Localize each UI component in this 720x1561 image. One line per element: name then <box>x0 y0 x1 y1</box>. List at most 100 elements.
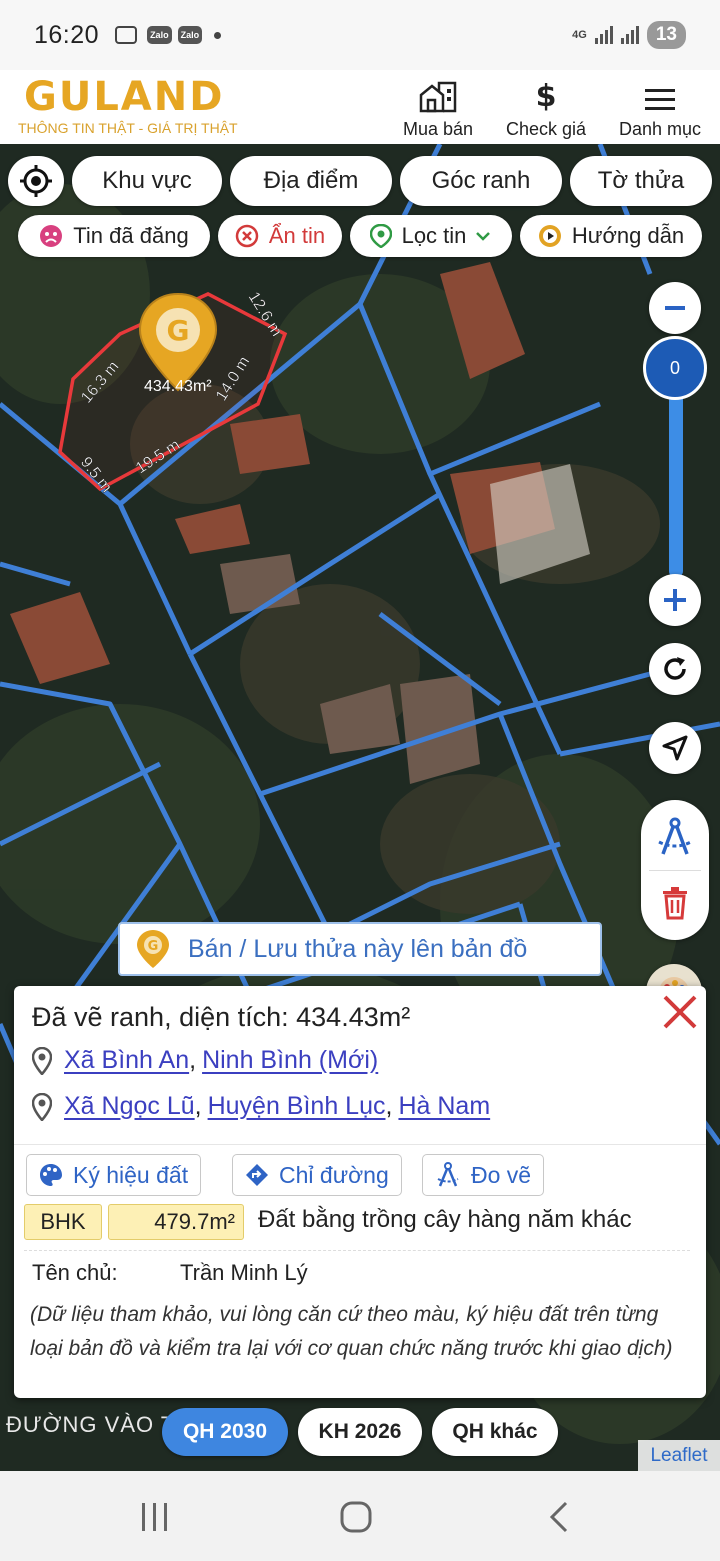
address-old: Xã Ngọc Lũ, Huyện Bình Lục, Hà Nam <box>32 1092 490 1121</box>
nav-check-price-button[interactable]: $ Check giá <box>500 74 592 140</box>
road-label: ĐƯỜNG VÀO T <box>6 1412 176 1437</box>
commune-link[interactable]: Xã Bình An <box>64 1046 189 1075</box>
status-bar: 16:20 Zalo Zalo 4G 13 <box>0 0 720 70</box>
menu-icon <box>645 89 675 110</box>
trash-icon[interactable] <box>661 886 689 920</box>
svg-text:G: G <box>148 939 159 954</box>
status-system-icons: 4G 13 <box>572 21 686 49</box>
status-notification-icons: Zalo Zalo <box>115 26 222 44</box>
crosshair-icon <box>20 165 52 197</box>
address-new: Xã Bình An, Ninh Bình (Mới) <box>32 1046 378 1075</box>
network-type: 4G <box>572 29 587 41</box>
app-header: GULAND THÔNG TIN THẬT - GIÁ TRỊ THẬT Mua… <box>0 70 720 144</box>
zoom-out-button[interactable] <box>649 282 701 334</box>
layer-qh2030-button[interactable]: QH 2030 <box>162 1408 288 1456</box>
layer-qh-other-button[interactable]: QH khác <box>432 1408 558 1456</box>
navigate-button[interactable] <box>649 722 701 774</box>
sad-face-icon <box>40 225 63 247</box>
commune-link[interactable]: Xã Ngọc Lũ <box>64 1092 195 1121</box>
directions-button[interactable]: Chỉ đường <box>232 1154 402 1196</box>
chevron-down-icon <box>476 232 491 241</box>
divider <box>24 1250 690 1251</box>
nav-buy-sell-button[interactable]: Mua bán <box>398 74 478 140</box>
land-code-badge: BHK <box>24 1204 102 1240</box>
navigation-arrow-icon <box>662 735 688 761</box>
save-plot-to-map-button[interactable]: G Bán / Lưu thửa này lên bản đồ <box>118 922 602 976</box>
plot-info-panel: Đã vẽ ranh, diện tích: 434.43m² Xã Bình … <box>14 986 706 1398</box>
map-pin-icon[interactable]: G <box>138 292 218 392</box>
district-link[interactable]: Huyện Bình Lục <box>208 1092 386 1121</box>
chip-label: Lọc tin <box>401 223 467 248</box>
save-plot-label: Bán / Lưu thửa này lên bản đồ <box>188 934 528 963</box>
status-time: 16:20 <box>34 20 100 49</box>
zoom-in-button[interactable] <box>649 574 701 626</box>
zoom-slider-knob[interactable]: 0 <box>643 336 707 400</box>
panel-title: Đã vẽ ranh, diện tích: 434.43m² <box>32 1002 411 1032</box>
chip-label: Tin đã đăng <box>73 223 189 248</box>
guland-pin-icon: G <box>137 930 169 968</box>
filter-sheet-parcel-button[interactable]: Tờ thửa <box>570 156 712 206</box>
logo-tagline: THÔNG TIN THẬT - GIÁ TRỊ THẬT <box>18 120 238 136</box>
chip-label: Hướng dẫn <box>571 223 685 248</box>
close-circle-icon <box>235 224 259 248</box>
location-pin-icon <box>32 1046 52 1075</box>
location-pin-icon <box>369 224 392 248</box>
minus-icon <box>665 306 685 310</box>
refresh-icon <box>664 657 686 680</box>
play-circle-icon <box>538 225 561 247</box>
zalo-icon: Zalo <box>177 26 203 44</box>
dollar-icon: $ <box>536 79 557 113</box>
province-link[interactable]: Hà Nam <box>398 1092 490 1121</box>
compass-measure-icon[interactable] <box>655 816 695 858</box>
plus-icon <box>664 589 686 611</box>
button-label: Ký hiệu đất <box>73 1161 189 1188</box>
svg-text:$: $ <box>536 79 557 113</box>
disclaimer-text: (Dữ liệu tham khảo, vui lòng căn cứ theo… <box>30 1303 673 1360</box>
button-label: Đo vẽ <box>471 1161 532 1188</box>
building-icon <box>419 81 457 113</box>
compass-measure-icon <box>437 1162 459 1187</box>
nav-label: Mua bán <box>402 119 474 139</box>
land-type-description: Đất bằng trồng cây hàng năm khác <box>258 1206 632 1233</box>
hide-listings-button[interactable]: Ẩn tin <box>218 215 342 257</box>
android-navigation-bar <box>0 1471 720 1561</box>
signal-icon <box>594 26 613 44</box>
filter-corner-button[interactable]: Góc ranh <box>400 156 562 206</box>
leaflet-attribution-link[interactable]: Leaflet <box>638 1440 720 1471</box>
divider <box>14 1144 706 1145</box>
back-icon[interactable] <box>544 1499 572 1535</box>
posted-listings-button[interactable]: Tin đã đăng <box>18 215 210 257</box>
nav-label: Check giá <box>505 119 587 139</box>
filter-area-button[interactable]: Khu vực <box>72 156 222 206</box>
locate-me-button[interactable] <box>8 156 64 206</box>
battery-level: 13 <box>646 21 686 49</box>
land-symbol-button[interactable]: Ký hiệu đất <box>26 1154 202 1196</box>
filter-place-button[interactable]: Địa điểm <box>230 156 392 206</box>
close-icon[interactable] <box>660 992 700 1032</box>
guland-logo[interactable]: GULAND THÔNG TIN THẬT - GIÁ TRỊ THẬT <box>18 74 248 138</box>
layer-kh2026-button[interactable]: KH 2026 <box>298 1408 422 1456</box>
divider <box>649 870 701 871</box>
refresh-button[interactable] <box>649 643 701 695</box>
logo-text: GULAND <box>24 74 225 120</box>
measure-button[interactable]: Đo vẽ <box>422 1154 545 1196</box>
button-label: Chỉ đường <box>279 1161 389 1188</box>
nav-menu-button[interactable]: Danh mục <box>612 74 708 140</box>
zalo-icon: Zalo <box>147 26 172 44</box>
filter-listings-button[interactable]: Lọc tin <box>350 215 512 257</box>
owner-name: Trần Minh Lý <box>180 1260 308 1285</box>
chip-label: Ẩn tin <box>268 223 326 248</box>
more-notifications-dot-icon <box>214 31 222 39</box>
province-link[interactable]: Ninh Bình (Mới) <box>202 1046 378 1075</box>
guide-button[interactable]: Hướng dẫn <box>520 215 702 257</box>
directions-icon <box>246 1164 268 1186</box>
plot-area-label: 434.43m² <box>144 378 212 395</box>
signal-icon <box>620 26 639 44</box>
recent-apps-icon[interactable] <box>138 1501 172 1533</box>
home-icon[interactable] <box>338 1499 374 1535</box>
nav-label: Danh mục <box>618 119 702 139</box>
svg-text:G: G <box>167 314 190 347</box>
owner-label: Tên chủ: <box>32 1260 118 1285</box>
drawing-tools <box>641 800 709 940</box>
screenshot-icon <box>115 26 138 44</box>
